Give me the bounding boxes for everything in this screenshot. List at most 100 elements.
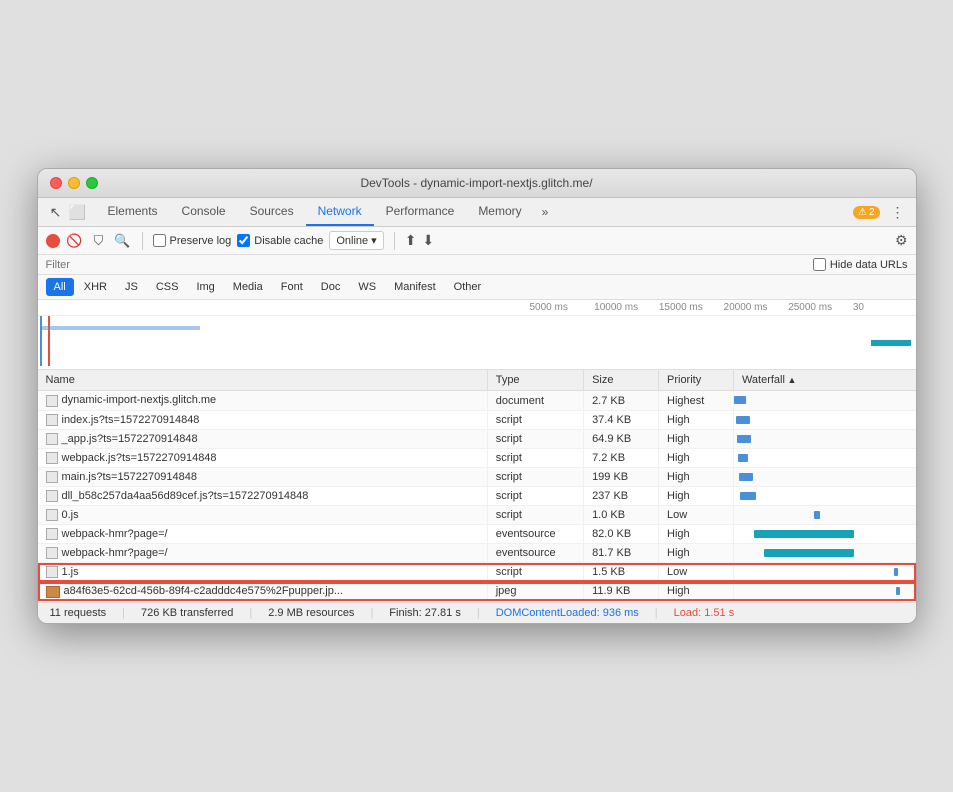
tab-console[interactable]: Console [170,198,238,226]
row-size: 237 KB [584,486,659,505]
waterfall-bar [814,511,820,519]
tab-performance[interactable]: Performance [374,198,467,226]
row-name: index.js?ts=1572270914848 [62,414,200,426]
file-icon [46,490,58,502]
table-row[interactable]: webpack-hmr?page=/eventsource82.0 KBHigh [38,525,916,544]
minimize-button[interactable] [68,177,80,189]
type-filter-css[interactable]: CSS [148,278,187,296]
table-row[interactable]: 0.js script1.0 KBLow [38,506,916,525]
close-button[interactable] [50,177,62,189]
hide-data-urls-label[interactable]: Hide data URLs [813,258,908,271]
disable-cache-checkbox[interactable] [237,234,250,247]
type-filter-manifest[interactable]: Manifest [386,278,444,296]
row-waterfall [733,467,915,486]
throttle-dropdown[interactable]: Online ▾ [329,231,383,250]
type-filter-img[interactable]: Img [188,278,222,296]
type-filter-font[interactable]: Font [273,278,311,296]
timeline-cyan-bar [871,340,911,346]
sep4: | [477,607,480,619]
tab-memory[interactable]: Memory [466,198,533,226]
table-row[interactable]: dll_b58c257da4aa56d89cef.js?ts=157227091… [38,486,916,505]
separator-2 [394,232,395,250]
type-filter-all[interactable]: All [46,278,74,296]
preserve-log-label[interactable]: Preserve log [153,234,232,247]
row-type: script [487,486,583,505]
more-options-icon[interactable]: ⋮ [888,202,908,222]
row-priority: High [659,525,734,544]
row-name: _app.js?ts=1572270914848 [62,433,198,445]
row-type: script [487,506,583,525]
table-row[interactable]: webpack.js?ts=1572270914848script7.2 KBH… [38,448,916,467]
type-filter-xhr[interactable]: XHR [76,278,115,296]
table-row[interactable]: _app.js?ts=1572270914848script64.9 KBHig… [38,429,916,448]
waterfall-bar [737,435,751,443]
row-waterfall [733,429,915,448]
table-row[interactable]: webpack-hmr?page=/eventsource81.7 KBHigh [38,544,916,563]
header-row: Name Type Size Priority Waterfall [38,370,916,391]
row-size: 1.5 KB [584,563,659,582]
row-priority: Low [659,506,734,525]
warning-badge[interactable]: ⚠ 2 [853,206,880,219]
download-icon[interactable]: ⬇ [422,232,434,249]
tab-network[interactable]: Network [306,198,374,226]
table-row[interactable]: main.js?ts=1572270914848script199 KBHigh [38,467,916,486]
disable-cache-label[interactable]: Disable cache [237,234,323,247]
sep5: | [655,607,658,619]
warning-icon: ⚠ [858,207,867,218]
waterfall-bar [739,473,753,481]
dom-content-loaded: DOMContentLoaded: 936 ms [496,607,639,619]
cursor-icon[interactable]: ↖ [46,202,66,222]
waterfall-bar [740,492,756,500]
col-header-waterfall[interactable]: Waterfall [733,370,915,391]
filter-input[interactable] [46,259,188,271]
table-row[interactable]: dynamic-import-nextjs.glitch.medocument2… [38,391,916,410]
timeline-red-marker [48,316,50,366]
ruler-mark: 25000 ms [786,302,851,313]
row-priority: High [659,582,734,601]
clear-button[interactable]: 🚫 [66,232,84,250]
row-name: 0.js [62,509,79,521]
settings-icon[interactable]: ⚙ [895,232,908,249]
row-waterfall [733,486,915,505]
maximize-button[interactable] [86,177,98,189]
nav-tabs: ↖ ⬜ Elements Console Sources Network Per… [38,198,916,227]
file-icon [46,433,58,445]
file-icon [46,528,58,540]
table-row[interactable]: a84f63e5-62cd-456b-89f4-c2adddc4e575%2Fp… [38,582,916,601]
preserve-log-checkbox[interactable] [153,234,166,247]
type-filter-doc[interactable]: Doc [313,278,349,296]
record-button[interactable] [46,234,60,248]
col-header-type[interactable]: Type [487,370,583,391]
tab-elements[interactable]: Elements [96,198,170,226]
hide-data-urls-checkbox[interactable] [813,258,826,271]
tab-sources[interactable]: Sources [238,198,306,226]
filter-icon[interactable]: ⛉ [90,232,108,250]
more-tabs-button[interactable]: » [534,199,557,225]
filter-bar: Hide data URLs [38,255,916,275]
type-filter-js[interactable]: JS [117,278,146,296]
row-type: script [487,467,583,486]
table-row[interactable]: index.js?ts=1572270914848script37.4 KBHi… [38,410,916,429]
table-row[interactable]: 1.jsscript1.5 KBLow [38,563,916,582]
upload-icon[interactable]: ⬆ [405,232,417,249]
row-waterfall [733,391,915,410]
type-filter-media[interactable]: Media [225,278,271,296]
row-priority: Highest [659,391,734,410]
search-button[interactable]: 🔍 [114,232,132,250]
row-waterfall [733,448,915,467]
row-type: eventsource [487,544,583,563]
col-header-size[interactable]: Size [584,370,659,391]
inspect-icon[interactable]: ⬜ [68,202,88,222]
ruler-mark: 10000 ms [592,302,657,313]
waterfall-bar [738,454,748,462]
table-header: Name Type Size Priority Waterfall [38,370,916,391]
waterfall-bar [734,396,746,404]
type-filter-ws[interactable]: WS [350,278,384,296]
file-icon [46,547,58,559]
col-header-name[interactable]: Name [38,370,488,391]
status-bar: 11 requests | 726 KB transferred | 2.9 M… [38,602,916,623]
type-filter-other[interactable]: Other [446,278,490,296]
col-header-priority[interactable]: Priority [659,370,734,391]
row-size: 1.0 KB [584,506,659,525]
row-priority: High [659,448,734,467]
